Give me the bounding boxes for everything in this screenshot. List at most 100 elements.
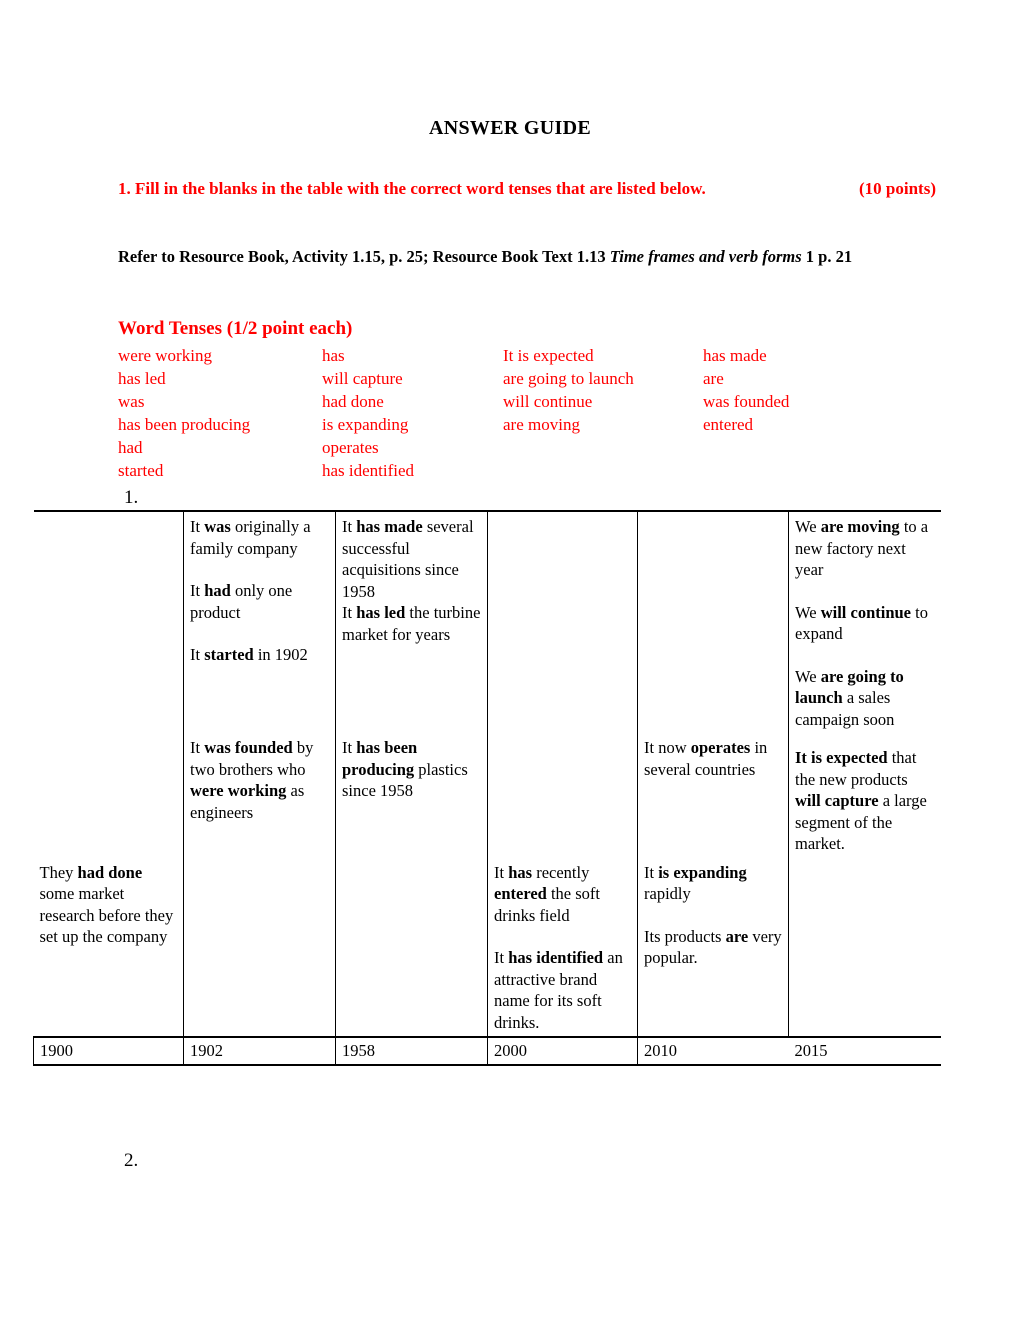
word-tenses-column-3: It is expected are going to launch will … (503, 344, 634, 436)
word-tense-item: were working (118, 346, 212, 365)
cell-r1c3: It has made several successful acquisiti… (335, 510, 488, 733)
word-tense-item: has made (703, 346, 767, 365)
text-pre: It (190, 517, 205, 536)
list-marker-1: 1. (124, 487, 139, 508)
cell-r2c2: It was founded by two brothers who were … (183, 733, 336, 858)
text-pre: It (494, 948, 509, 967)
sentence-block: It has made several successful acquisiti… (342, 516, 482, 602)
tense-highlight: has (508, 862, 533, 882)
list-marker-2: 2. (124, 1150, 139, 1171)
word-tense-item: had done (322, 392, 384, 411)
tense-highlight: will continue (820, 602, 912, 622)
text-pre: It (494, 862, 509, 882)
text-pre: It (190, 645, 205, 664)
word-tense-item: has been producing (118, 415, 251, 434)
sentence-block: We are going to launch a sales campaign … (795, 666, 936, 731)
instruction-points: (10 points) (859, 179, 936, 198)
tense-highlight: has led (356, 603, 406, 622)
cell-r1c1 (33, 510, 184, 733)
tense-highlight: was founded (204, 738, 293, 757)
text-pre: It (190, 738, 205, 757)
sentence-block: It started in 1902 (190, 644, 330, 666)
text-pre: It (342, 738, 357, 757)
sentence-block: It has led the turbine market for years (342, 602, 482, 645)
cell-r3c6 (788, 857, 941, 1037)
cell-r3c3 (335, 857, 488, 1037)
sentence-block: It had only one product (190, 580, 330, 623)
word-tenses-heading: Word Tenses (1/2 point each) (118, 318, 353, 339)
text-post: rapidly (644, 884, 691, 903)
text-pre: It (342, 603, 357, 622)
word-tenses-column-1: were working has led was has been produc… (118, 344, 250, 482)
word-tense-item: has identified (322, 461, 415, 480)
year-cell: 2000 (487, 1036, 638, 1066)
sentence-block: It is expanding rapidly (644, 862, 783, 905)
word-tense-item: will continue (503, 392, 593, 411)
cell-r2c6: It is expected that the new products wil… (788, 733, 941, 858)
reference-suffix: 1 p. 21 (801, 247, 853, 266)
word-tense-item: has (322, 346, 345, 365)
year-cell: 1958 (335, 1036, 488, 1066)
word-tense-item: started (118, 461, 164, 480)
year-cell: 1902 (183, 1036, 336, 1066)
cell-r1c4 (487, 510, 638, 733)
text-pre: Its products (644, 926, 726, 946)
cell-r2c4 (487, 733, 638, 858)
year-cell: 2015 (788, 1036, 941, 1066)
table-row: It was originally a family company It ha… (33, 510, 941, 733)
word-tense-item: is expanding (322, 415, 409, 434)
tense-highlight-2: were working (190, 781, 287, 800)
word-tense-item: was founded (703, 392, 790, 411)
word-tense-item: are (703, 369, 724, 388)
text-pre: We (795, 666, 821, 686)
text-pre: It now (644, 738, 691, 757)
reference-prefix: Refer to Resource Book, Activity 1.15, p… (118, 247, 610, 266)
text-pre: It (342, 517, 357, 536)
sentence-block: They had done some market research befor… (40, 862, 179, 948)
word-tense-item: has led (118, 369, 166, 388)
text-pre: We (795, 517, 821, 536)
word-tenses-column-4: has made are was founded entered (703, 344, 789, 436)
cell-r1c2: It was originally a family company It ha… (183, 510, 336, 733)
tense-highlight-2: will capture (795, 791, 879, 810)
text-pre: They (39, 862, 78, 882)
sentence-block: It now operates in several countries (644, 737, 783, 780)
text-post: in 1902 (253, 645, 308, 664)
sentence-block: It was originally a family company (190, 516, 330, 559)
text-pre: It (644, 862, 659, 882)
word-tense-item: was (118, 392, 145, 411)
sentence-block: It has been producing plastics since 195… (342, 737, 482, 802)
tense-highlight: had (204, 581, 231, 600)
word-tense-item: are moving (503, 415, 580, 434)
word-tense-item: had (118, 438, 143, 457)
cell-r3c4: It has recently entered the soft drinks … (487, 857, 638, 1037)
sentence-block: It has identified an attractive brand na… (494, 947, 632, 1033)
document-page: ANSWER GUIDE 1. Fill in the blanks in th… (0, 0, 1020, 1320)
cell-r1c5 (637, 510, 789, 733)
tense-highlight: are moving (820, 517, 900, 536)
tense-highlight: has made (356, 517, 423, 536)
cell-r2c3: It has been producing plastics since 195… (335, 733, 488, 858)
word-tense-item: operates (322, 438, 379, 457)
tense-highlight-2: entered (494, 884, 547, 903)
sentence-block: We will continue to expand (795, 602, 936, 645)
sentence-block: Its products are very popular. (644, 926, 783, 969)
tense-highlight: had done (77, 862, 143, 882)
tense-highlight: has identified (508, 948, 604, 967)
word-tense-item: are going to launch (503, 369, 634, 388)
sentence-block: It was founded by two brothers who were … (190, 737, 330, 823)
timeline-table-wrapper: It was originally a family company It ha… (33, 510, 941, 1066)
text-pre: We (795, 602, 821, 622)
word-tense-item: It is expected (503, 346, 594, 365)
reference-paragraph: Refer to Resource Book, Activity 1.15, p… (118, 243, 948, 271)
word-tense-item: will capture (322, 369, 403, 388)
table-row: They had done some market research befor… (34, 857, 941, 1038)
tense-highlight: operates (690, 738, 751, 757)
cell-r3c1: They had done some market research befor… (34, 858, 184, 1038)
instruction-paragraph: 1. Fill in the blanks in the table with … (118, 175, 936, 203)
word-tenses-column-2: has will capture had done is expanding o… (322, 344, 414, 482)
table-year-row: 1900 1902 1958 2000 2010 2015 (33, 1036, 941, 1066)
instruction-main: 1. Fill in the blanks in the table with … (118, 179, 706, 198)
cell-r3c2 (183, 857, 336, 1037)
